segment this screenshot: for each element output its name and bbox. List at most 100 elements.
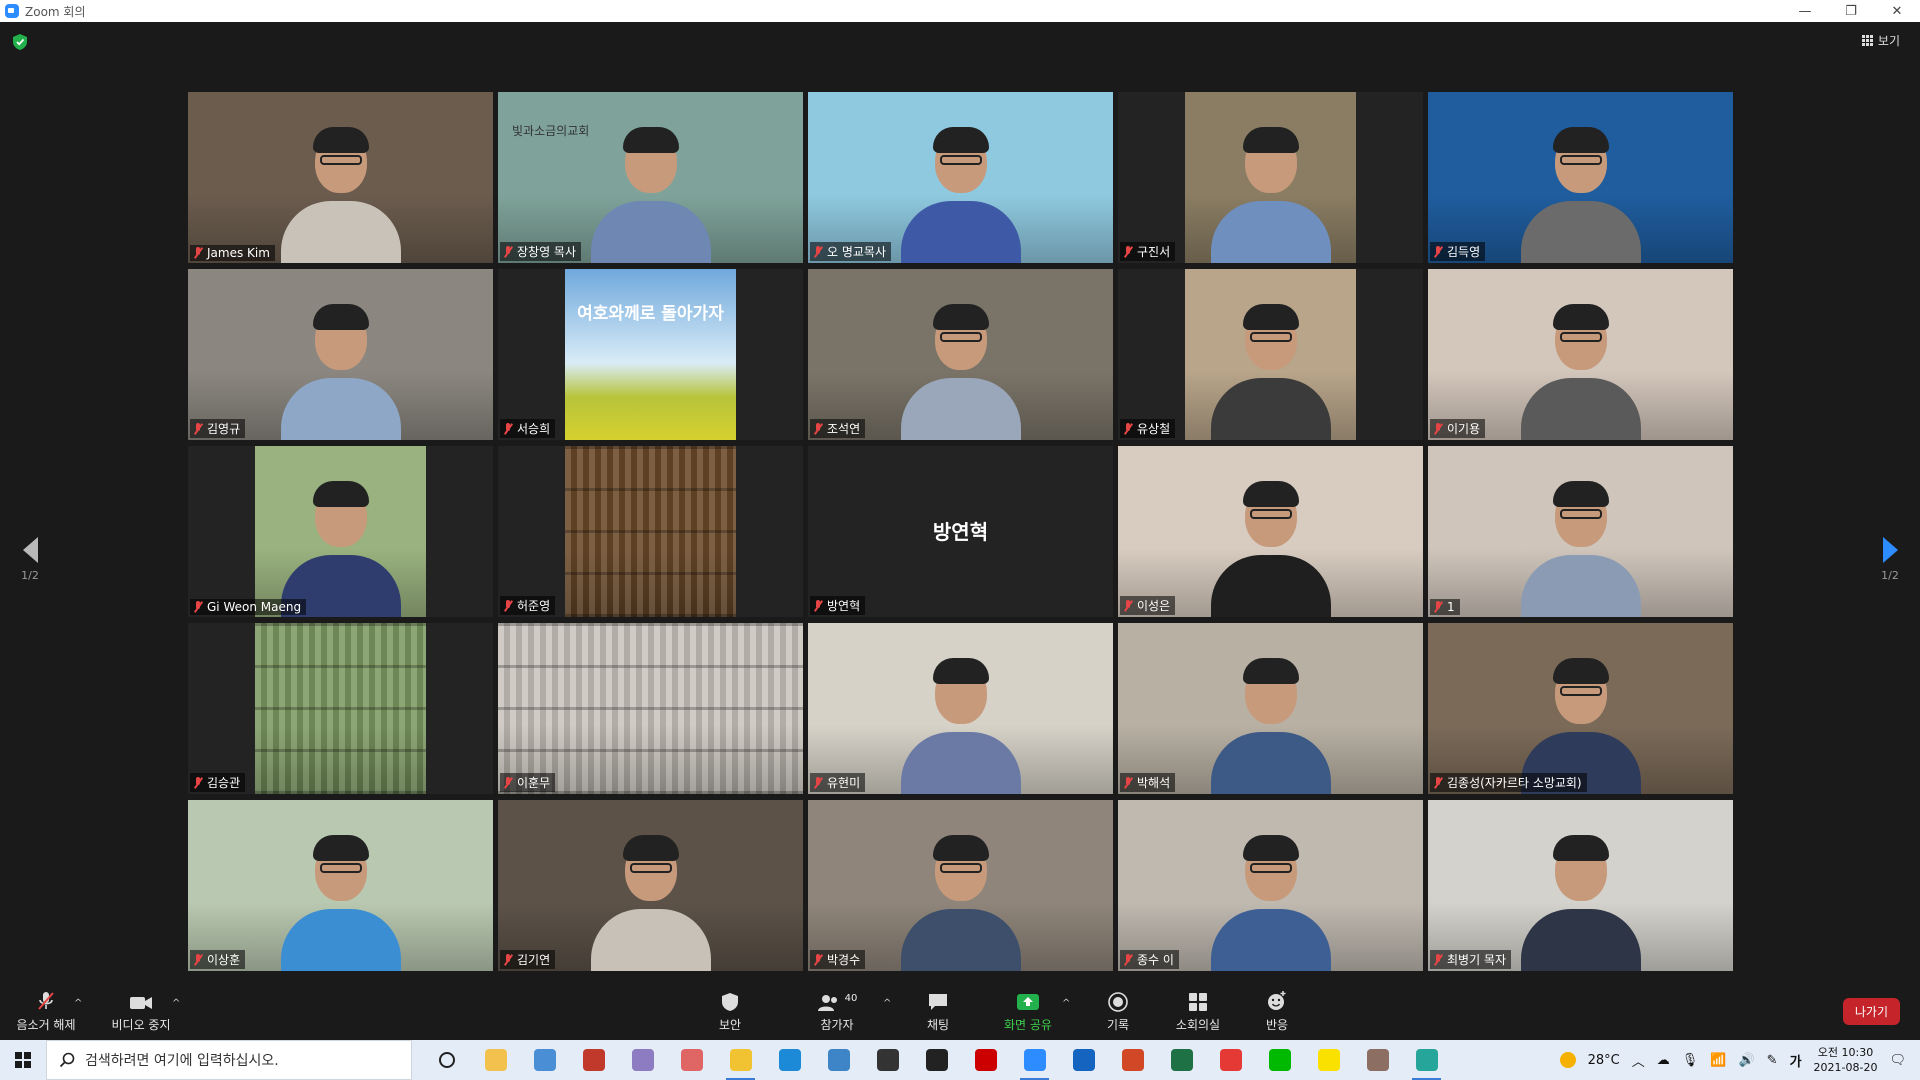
taskbar-app[interactable] (1402, 1040, 1451, 1080)
microphone-muted-icon (1123, 953, 1133, 966)
video-tile[interactable]: 박해석 (1118, 623, 1423, 794)
taskbar-app[interactable] (1304, 1040, 1353, 1080)
video-tile[interactable]: 1 (1428, 446, 1733, 617)
participant-head (312, 304, 369, 370)
participant-head (932, 658, 989, 724)
video-tile[interactable]: 구진서 (1118, 92, 1423, 263)
taskbar-app[interactable] (1206, 1040, 1255, 1080)
restore-button[interactable]: ❐ (1828, 0, 1874, 22)
participant-name-label: 박경수 (810, 950, 866, 969)
video-tile[interactable]: 이기용 (1428, 269, 1733, 440)
taskbar-app[interactable] (1157, 1040, 1206, 1080)
taskbar-app[interactable] (667, 1040, 716, 1080)
participant-figure (280, 304, 401, 440)
share-screen-button[interactable]: 화면 공유 (998, 990, 1058, 1033)
clock[interactable]: 오전 10:30 2021-08-20 (1814, 1045, 1878, 1075)
breakout-rooms-icon (1189, 993, 1207, 1011)
taskbar-app[interactable] (814, 1040, 863, 1080)
taskbar-app[interactable] (716, 1040, 765, 1080)
participant-name: 박경수 (827, 953, 861, 967)
participant-head (1552, 658, 1609, 724)
taskbar-app[interactable] (1255, 1040, 1304, 1080)
chevron-up-icon[interactable]: ︿ (1632, 1051, 1645, 1070)
audio-options-caret-icon[interactable]: ^ (74, 998, 82, 1009)
minimize-button[interactable]: — (1782, 0, 1828, 22)
weather-temperature[interactable]: 28°C (1588, 1053, 1620, 1068)
video-options-caret-icon[interactable]: ^ (172, 998, 180, 1009)
chat-button[interactable]: 채팅 (918, 990, 958, 1033)
participant-figure (280, 127, 401, 263)
taskbar-app[interactable] (912, 1040, 961, 1080)
taskbar-app[interactable] (1108, 1040, 1157, 1080)
participant-head (932, 304, 989, 370)
video-tile[interactable]: 김종성(자카르타 소망교회) (1428, 623, 1733, 794)
video-tile[interactable]: 김득영 (1428, 92, 1733, 263)
microphone-icon[interactable]: 🎙 (1682, 1053, 1699, 1068)
next-page-button[interactable]: 1/2 (1875, 537, 1905, 582)
participant-name-label: 김득영 (1430, 242, 1486, 261)
video-tile[interactable]: 오 명교목사 (808, 92, 1113, 263)
taskbar-app[interactable] (471, 1040, 520, 1080)
video-tile[interactable]: 종수 이 (1118, 800, 1423, 971)
participant-figure (1520, 127, 1641, 263)
pen-icon[interactable]: ✎ (1767, 1053, 1778, 1068)
ime-indicator[interactable]: 가 (1790, 1051, 1802, 1070)
video-tile[interactable]: 김영규 (188, 269, 493, 440)
participant-name: Gi Weon Maeng (207, 600, 302, 614)
taskbar-app[interactable] (618, 1040, 667, 1080)
taskbar-app[interactable] (961, 1040, 1010, 1080)
video-tile[interactable]: 이성은 (1118, 446, 1423, 617)
view-button[interactable]: 보기 (1861, 32, 1900, 49)
security-shield-icon[interactable] (13, 34, 27, 50)
previous-page-button[interactable]: 1/2 (15, 537, 45, 582)
taskbar-app[interactable] (520, 1040, 569, 1080)
video-tile[interactable]: James Kim (188, 92, 493, 263)
participant-name-label: 1 (1430, 599, 1460, 615)
video-tile[interactable]: 김승관 (188, 623, 493, 794)
close-button[interactable]: ✕ (1874, 0, 1920, 22)
taskbar-app[interactable] (765, 1040, 814, 1080)
video-camera-icon (130, 997, 152, 1009)
share-options-caret-icon[interactable]: ^ (1062, 998, 1070, 1009)
onedrive-icon[interactable]: ☁ (1657, 1053, 1670, 1068)
taskbar-app[interactable] (863, 1040, 912, 1080)
app-red-doc-icon (582, 1049, 605, 1071)
taskbar-search-input[interactable]: 검색하려면 여기에 입력하십시오. (46, 1040, 412, 1080)
video-tile[interactable]: 김기연 (498, 800, 803, 971)
taskbar-app[interactable] (422, 1040, 471, 1080)
weather-icon[interactable] (1559, 1052, 1576, 1068)
network-icon[interactable]: 📶 (1710, 1053, 1726, 1068)
video-tile[interactable]: 유현미 (808, 623, 1113, 794)
participant-name: 이상훈 (207, 953, 241, 967)
notification-icon[interactable]: 🗨 (1889, 1053, 1906, 1068)
leave-meeting-button[interactable]: 나가기 (1842, 998, 1900, 1025)
unmute-button[interactable]: 음소거 해제 (12, 990, 80, 1033)
breakout-rooms-button[interactable]: 소회의실 (1168, 990, 1228, 1033)
volume-icon[interactable]: 🔊 (1738, 1053, 1754, 1068)
taskbar-app[interactable] (1353, 1040, 1402, 1080)
taskbar-app[interactable] (1059, 1040, 1108, 1080)
microphone-muted-icon (1433, 245, 1443, 258)
record-button[interactable]: 기록 (1100, 990, 1136, 1033)
taskbar-app[interactable] (569, 1040, 618, 1080)
video-tile[interactable]: Gi Weon Maeng (188, 446, 493, 617)
reactions-button[interactable]: 반응 (1262, 990, 1292, 1033)
video-tile[interactable]: 최병기 목자 (1428, 800, 1733, 971)
arrow-right-icon (1882, 537, 1898, 563)
security-button[interactable]: 보안 (710, 990, 750, 1033)
taskbar-app[interactable] (1010, 1040, 1059, 1080)
start-button[interactable] (0, 1040, 46, 1080)
video-tile[interactable]: 이훈무 (498, 623, 803, 794)
microphone-muted-icon (503, 245, 513, 258)
participants-caret-icon[interactable]: ^ (883, 998, 891, 1009)
participants-button[interactable]: 40 참가자 (812, 990, 862, 1033)
video-tile[interactable]: 이상훈 (188, 800, 493, 971)
video-tile[interactable]: 여호와께로 돌아가자 서승희 (498, 269, 803, 440)
video-tile[interactable]: 박경수 (808, 800, 1113, 971)
video-tile[interactable]: 조석연 (808, 269, 1113, 440)
video-tile[interactable]: 빛과소금의교회 장창영 목사 (498, 92, 803, 263)
video-tile[interactable]: 방연혁 방연혁 (808, 446, 1113, 617)
stop-video-button[interactable]: 비디오 중지 (106, 990, 176, 1033)
video-tile[interactable]: 유상철 (1118, 269, 1423, 440)
video-tile[interactable]: 허준영 (498, 446, 803, 617)
